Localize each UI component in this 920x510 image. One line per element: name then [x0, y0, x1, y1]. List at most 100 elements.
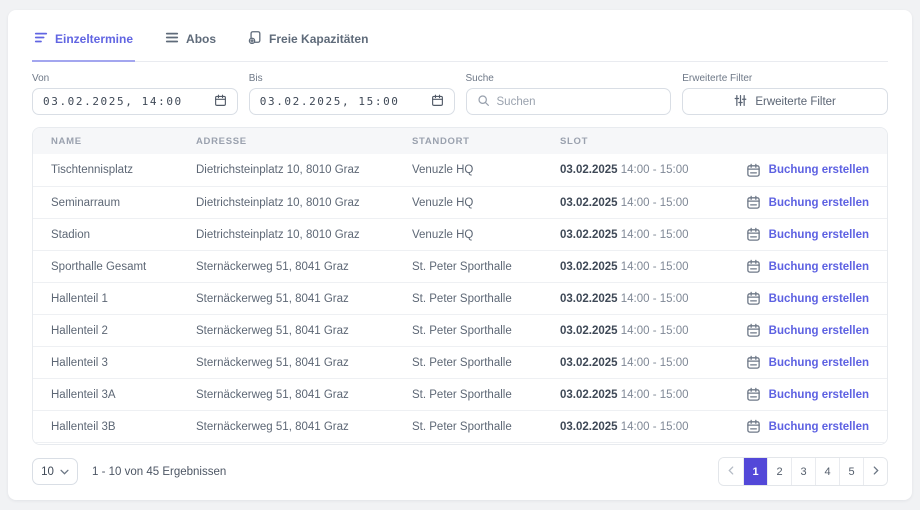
bis-label: Bis	[249, 73, 455, 84]
cell-standort: St. Peter Sporthalle	[412, 325, 560, 337]
cell-adresse: Sternäckerweg 51, 8041 Graz	[196, 261, 412, 273]
cell-name: Stadion	[51, 229, 196, 241]
filter-bis: Bis 03.02.2025, 15:00	[249, 73, 455, 115]
tab-abos[interactable]: Abos	[163, 26, 218, 62]
slot-time: 14:00 - 15:00	[621, 293, 689, 305]
cell-standort: Venuzle HQ	[412, 229, 560, 241]
cell-standort: Venuzle HQ	[412, 164, 560, 176]
slot-date: 03.02.2025	[560, 197, 621, 209]
suche-label: Suche	[466, 73, 672, 84]
cell-slot: 03.02.2025 14:00 - 15:00	[560, 293, 693, 305]
tab-freie-kapazitaeten[interactable]: Freie Kapazitäten	[246, 26, 370, 62]
slots-table: NAME ADRESSE STANDORT SLOT Tischtennispl…	[32, 127, 888, 445]
slot-date: 03.02.2025	[560, 229, 621, 241]
cell-standort: St. Peter Sporthalle	[412, 293, 560, 305]
table-row: Hallenteil 3B Sternäckerweg 51, 8041 Gra…	[33, 410, 887, 442]
tab-label: Abos	[186, 32, 216, 46]
page-button-2[interactable]: 2	[767, 458, 791, 485]
filter-von: Von 03.02.2025, 14:00	[32, 73, 238, 115]
slot-date: 03.02.2025	[560, 357, 621, 369]
col-adresse: ADRESSE	[196, 136, 412, 147]
tab-einzeltermine[interactable]: Einzeltermine	[32, 26, 135, 62]
table-row: Hallenteil 1 Sternäckerweg 51, 8041 Graz…	[33, 282, 887, 314]
slot-date: 03.02.2025	[560, 293, 621, 305]
buchung-erstellen-link[interactable]: Buchung erstellen	[769, 421, 869, 433]
von-value: 03.02.2025, 14:00	[43, 95, 183, 108]
cell-slot: 03.02.2025 14:00 - 15:00	[560, 389, 693, 401]
search-field	[466, 88, 672, 115]
cell-slot: 03.02.2025 14:00 - 15:00	[560, 261, 693, 273]
chevron-right-icon	[873, 466, 879, 478]
slot-time: 14:00 - 15:00	[621, 389, 689, 401]
search-input[interactable]	[497, 96, 661, 108]
filter-erweitert: Erweiterte Filter Erweiterte Filter	[682, 73, 888, 115]
cell-name: Hallenteil 3A	[51, 389, 196, 401]
buchung-erstellen-link[interactable]: Buchung erstellen	[769, 389, 869, 401]
buchung-erstellen-link[interactable]: Buchung erstellen	[769, 261, 869, 273]
slot-date: 03.02.2025	[560, 389, 621, 401]
cell-adresse: Dietrichsteinplatz 10, 8010 Graz	[196, 229, 412, 241]
cell-name: Tischtennisplatz	[51, 164, 196, 176]
cell-adresse: Sternäckerweg 51, 8041 Graz	[196, 293, 412, 305]
tab-bar: Einzeltermine Abos Freie Kapazitäten	[32, 26, 888, 62]
page-size-select[interactable]: 10	[32, 458, 78, 485]
von-datetime-input[interactable]: 03.02.2025, 14:00	[32, 88, 238, 115]
buchung-erstellen-link[interactable]: Buchung erstellen	[769, 197, 869, 209]
cell-slot: 03.02.2025 14:00 - 15:00	[560, 325, 693, 337]
stack-icon	[165, 31, 179, 47]
tab-label: Einzeltermine	[55, 32, 133, 46]
calendar-icon	[746, 227, 761, 242]
calendar-icon	[746, 259, 761, 274]
buchung-erstellen-link[interactable]: Buchung erstellen	[769, 229, 869, 241]
table-row: Seminarraum Dietrichsteinplatz 10, 8010 …	[33, 186, 887, 218]
table-row: Sporthalle Gesamt Sternäckerweg 51, 8041…	[33, 250, 887, 282]
von-label: Von	[32, 73, 238, 84]
table-row: Hallenteil 3 Sternäckerweg 51, 8041 Graz…	[33, 346, 887, 378]
cell-slot: 03.02.2025 14:00 - 15:00	[560, 197, 693, 209]
buchung-erstellen-link[interactable]: Buchung erstellen	[769, 357, 869, 369]
cell-standort: St. Peter Sporthalle	[412, 421, 560, 433]
cell-slot: 03.02.2025 14:00 - 15:00	[560, 164, 693, 176]
calendar-plus-icon	[248, 30, 262, 47]
bookings-card: Einzeltermine Abos Freie Kapazitäten	[8, 10, 912, 500]
cell-slot: 03.02.2025 14:00 - 15:00	[560, 421, 693, 433]
slot-time: 14:00 - 15:00	[621, 164, 689, 176]
calendar-icon[interactable]	[214, 94, 227, 110]
buchung-erstellen-link[interactable]: Buchung erstellen	[769, 164, 869, 176]
page-button-3[interactable]: 3	[791, 458, 815, 485]
table-row: Hallenteil 2 Sternäckerweg 51, 8041 Graz…	[33, 314, 887, 346]
cell-name: Hallenteil 3	[51, 357, 196, 369]
table-row: Hallenteil 3A Sternäckerweg 51, 8041 Gra…	[33, 378, 887, 410]
calendar-icon	[746, 387, 761, 402]
slot-date: 03.02.2025	[560, 261, 621, 273]
cell-standort: St. Peter Sporthalle	[412, 357, 560, 369]
buchung-erstellen-link[interactable]: Buchung erstellen	[769, 325, 869, 337]
next-page-button[interactable]	[863, 458, 887, 485]
cell-name: Seminarraum	[51, 197, 196, 209]
page-button-4[interactable]: 4	[815, 458, 839, 485]
slot-date: 03.02.2025	[560, 164, 621, 176]
page-button-5[interactable]: 5	[839, 458, 863, 485]
cell-name: Hallenteil 1	[51, 293, 196, 305]
table-header: NAME ADRESSE STANDORT SLOT	[33, 128, 887, 154]
col-name: NAME	[51, 136, 196, 147]
filter-suche: Suche	[466, 73, 672, 115]
erweiterte-filter-button[interactable]: Erweiterte Filter	[682, 88, 888, 115]
cell-adresse: Sternäckerweg 51, 8041 Graz	[196, 357, 412, 369]
calendar-icon	[746, 163, 761, 178]
cell-name: Hallenteil 3B	[51, 421, 196, 433]
cell-name: Hallenteil 2	[51, 325, 196, 337]
slot-time: 14:00 - 15:00	[621, 357, 689, 369]
cell-adresse: Sternäckerweg 51, 8041 Graz	[196, 389, 412, 401]
filter-lines-icon	[34, 31, 48, 47]
prev-page-button[interactable]	[719, 458, 743, 485]
page-size-value: 10	[41, 466, 54, 478]
cell-adresse: Dietrichsteinplatz 10, 8010 Graz	[196, 197, 412, 209]
calendar-icon[interactable]	[431, 94, 444, 110]
table-footer: 10 1 - 10 von 45 Ergebnissen 12345	[32, 457, 888, 486]
table-body: Tischtennisplatz Dietrichsteinplatz 10, …	[33, 154, 887, 445]
bis-datetime-input[interactable]: 03.02.2025, 15:00	[249, 88, 455, 115]
buchung-erstellen-link[interactable]: Buchung erstellen	[769, 293, 869, 305]
page-button-1[interactable]: 1	[743, 458, 767, 485]
bis-value: 03.02.2025, 15:00	[260, 95, 400, 108]
